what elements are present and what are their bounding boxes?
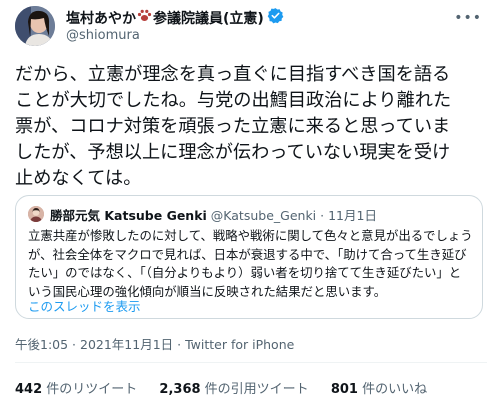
- quote-header: 勝部元気 Katsube Genki @Katsube_Genki · 11月1…: [50, 205, 377, 224]
- likes-label: 件のいいね: [357, 382, 428, 397]
- retweets-count: 442: [15, 382, 43, 397]
- tweet-text-line: したが、予想以上に理念が伝わっていない現実を受け: [15, 142, 451, 163]
- more-options-icon[interactable]: •••: [454, 10, 482, 26]
- tweet-text-line: 票が、コロナ対策を頑張った立憲に来ると思っていま: [15, 116, 451, 137]
- tweet-text-line: だから、立憲が理念を真っ直ぐに目指すべき国を語る: [15, 64, 451, 85]
- quote-tweets-label: 件の引用ツイート: [200, 382, 309, 397]
- quote-text-line: 立憲共産が惨敗したのに対して、戦略や戦術に関して色々と意見が出るでしょう: [28, 228, 473, 243]
- show-thread-link[interactable]: このスレッドを表示: [28, 296, 141, 315]
- tweet-text: だから、立憲が理念を真っ直ぐに目指すべき国を語る ことが大切でしたね。与党の出鱈…: [15, 62, 487, 192]
- quote-author-name: 勝部元気 Katsube Genki: [50, 208, 207, 223]
- author-display-name[interactable]: 塩村あやか 参議院議員(立憲): [66, 7, 284, 28]
- quote-author-avatar: [28, 206, 44, 222]
- quote-tweets-stat[interactable]: 2,368 件の引用ツイート: [159, 382, 308, 397]
- author-avatar[interactable]: [15, 6, 55, 46]
- likes-stat[interactable]: 801 件のいいね: [331, 382, 427, 397]
- quote-author-handle: @Katsube_Genki: [210, 208, 317, 223]
- tweet-timestamp[interactable]: 午後1:05 · 2021年11月1日 ·: [15, 337, 185, 352]
- author-handle[interactable]: @shiomura: [66, 28, 140, 43]
- tweet-stats: 442 件のリツイート 2,368 件の引用ツイート 801 件のいいね: [15, 378, 445, 397]
- tweet-source[interactable]: Twitter for iPhone: [185, 337, 294, 352]
- quote-text-line: たい」のではなく、「（自分よりもより）弱い者を切り捨てて生き延びたい」と: [28, 265, 462, 280]
- author-name: 塩村あやか: [66, 10, 136, 27]
- author-avatar-image: [15, 6, 55, 46]
- quote-text-line: が、社会全体をマクロで見れば、日本が衰退する中で、「助けて合って生き延び: [28, 246, 467, 262]
- quote-text: 立憲共産が惨敗したのに対して、戦略や戦術に関して色々と意見が出るでしょう が、社…: [28, 227, 473, 301]
- tweet-text-line: 止めなくては。: [15, 168, 142, 189]
- tweet: 塩村あやか 参議院議員(立憲) @shiomura ••• だから、立憲が理念を…: [0, 0, 500, 400]
- tweet-text-line: ことが大切でしたね。与党の出鱈目政治により離れた: [15, 90, 452, 111]
- quote-tweets-count: 2,368: [159, 382, 201, 397]
- author-title: 参議院議員(立憲): [153, 10, 264, 27]
- divider: [15, 362, 487, 363]
- quote-date: 11月1日: [328, 208, 377, 223]
- retweets-label: 件のリツイート: [42, 382, 138, 397]
- paw-icon: [137, 9, 152, 26]
- verified-badge-icon: [267, 7, 284, 28]
- likes-count: 801: [330, 382, 358, 397]
- quote-separator: ·: [320, 208, 325, 223]
- quote-tweet-card[interactable]: 勝部元気 Katsube Genki @Katsube_Genki · 11月1…: [15, 195, 483, 319]
- tweet-meta: 午後1:05 · 2021年11月1日 · Twitter for iPhone: [15, 334, 294, 353]
- retweets-stat[interactable]: 442 件のリツイート: [15, 382, 137, 397]
